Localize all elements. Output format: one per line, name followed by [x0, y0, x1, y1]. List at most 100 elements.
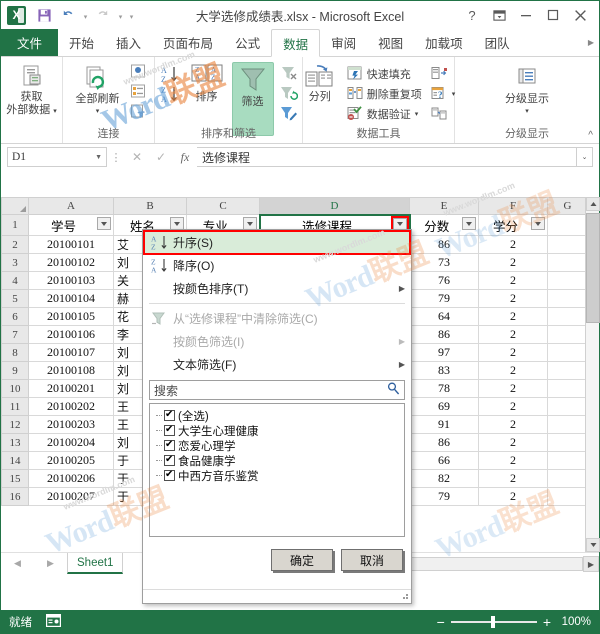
checkbox[interactable] — [164, 438, 175, 451]
cell-e7[interactable]: 86 — [409, 325, 479, 344]
list-item[interactable]: 恋爱心理学 — [152, 438, 402, 453]
cell-g1[interactable] — [547, 214, 588, 236]
cell-f5[interactable]: 2 — [478, 289, 548, 308]
cell-f13[interactable]: 2 — [478, 433, 548, 452]
cell-g14[interactable] — [547, 451, 588, 470]
cell-e16[interactable]: 79 — [409, 487, 479, 506]
zoom-slider-thumb[interactable] — [490, 615, 495, 628]
cell-f11[interactable]: 2 — [478, 397, 548, 416]
zoom-level[interactable]: 100% — [557, 616, 591, 628]
cell-a15[interactable]: 20100206 — [28, 469, 114, 488]
refresh-all-dropdown-icon[interactable]: ▾ — [96, 106, 100, 118]
tab-formulas[interactable]: 公式 — [224, 29, 271, 56]
cell-g2[interactable] — [547, 235, 588, 254]
remove-duplicates-button[interactable]: 删除重复项 — [345, 84, 424, 103]
row-header-6[interactable]: 6 — [1, 307, 29, 326]
nav-previous-icon[interactable]: ◀ — [14, 558, 21, 569]
cell-e6[interactable]: 64 — [409, 307, 479, 326]
cell-f4[interactable]: 2 — [478, 271, 548, 290]
nav-next-icon[interactable]: ▶ — [47, 558, 54, 569]
cell-e1[interactable]: 分数 — [409, 214, 479, 236]
customize-qat-icon[interactable]: ▾ — [127, 5, 136, 25]
scroll-right-icon[interactable]: ▶ — [583, 556, 599, 572]
column-header-d[interactable]: D — [259, 197, 410, 216]
row-header-3[interactable]: 3 — [1, 253, 29, 272]
cell-f8[interactable]: 2 — [478, 343, 548, 362]
get-external-data-button[interactable]: 获取 外部数据 ▾ — [3, 62, 61, 118]
cell-g16[interactable] — [547, 487, 588, 506]
outline-button[interactable]: 分级显示 ▾ — [497, 64, 557, 118]
list-item[interactable]: 中西方音乐鉴赏 — [152, 468, 402, 483]
sort-dialog-button[interactable]: ZAAZ 排序 — [186, 62, 228, 103]
advanced-filter-button[interactable] — [278, 104, 300, 123]
connections-button[interactable] — [128, 62, 148, 81]
tab-data[interactable]: 数据 — [271, 29, 321, 57]
ok-button[interactable]: 确定 — [271, 549, 333, 571]
minimize-icon[interactable] — [513, 3, 539, 27]
confirm-entry-icon[interactable]: ✓ — [149, 147, 173, 167]
cell-a1[interactable]: 学号 — [28, 214, 114, 236]
flash-fill-button[interactable]: 快速填充 — [345, 64, 424, 83]
list-item[interactable]: 大学生心理健康 — [152, 423, 402, 438]
row-header-15[interactable]: 15 — [1, 469, 29, 488]
cell-a3[interactable]: 20100102 — [28, 253, 114, 272]
cell-a5[interactable]: 20100104 — [28, 289, 114, 308]
horizontal-scrollbar[interactable] — [383, 556, 583, 571]
cell-a7[interactable]: 20100106 — [28, 325, 114, 344]
cell-f1[interactable]: 学分 — [478, 214, 548, 236]
cell-a9[interactable]: 20100108 — [28, 361, 114, 380]
list-item[interactable]: 食品健康学 — [152, 453, 402, 468]
save-icon[interactable] — [33, 5, 55, 25]
row-header-11[interactable]: 11 — [1, 397, 29, 416]
column-header-f[interactable]: F — [478, 197, 548, 215]
filter-button-e1[interactable] — [462, 217, 476, 230]
column-header-a[interactable]: A — [28, 197, 114, 215]
text-to-columns-button[interactable]: 分列 — [300, 62, 340, 103]
cell-a14[interactable]: 20100205 — [28, 451, 114, 470]
row-header-13[interactable]: 13 — [1, 433, 29, 452]
formula-input[interactable]: 选修课程 — [197, 147, 577, 167]
outline-dropdown-icon[interactable]: ▾ — [525, 106, 529, 118]
undo-dropdown-icon[interactable]: ▾ — [81, 5, 90, 25]
row-header-7[interactable]: 7 — [1, 325, 29, 344]
checkbox[interactable] — [164, 453, 175, 466]
cell-g9[interactable] — [547, 361, 588, 380]
cell-e2[interactable]: 86 — [409, 235, 479, 254]
scroll-up-icon[interactable] — [586, 197, 600, 211]
cell-a13[interactable]: 20100204 — [28, 433, 114, 452]
cell-a12[interactable]: 20100203 — [28, 415, 114, 434]
row-header-8[interactable]: 8 — [1, 343, 29, 362]
cell-g10[interactable] — [547, 379, 588, 398]
cell-a10[interactable]: 20100201 — [28, 379, 114, 398]
cell-e8[interactable]: 97 — [409, 343, 479, 362]
data-validation-dropdown-icon[interactable]: ▾ — [415, 110, 419, 118]
relationships-button[interactable] — [429, 104, 458, 123]
tab-team[interactable]: 团队 — [474, 29, 521, 56]
name-box-dropdown-icon[interactable]: ▼ — [95, 154, 102, 161]
tab-view[interactable]: 视图 — [367, 29, 414, 56]
tab-addins[interactable]: 加载项 — [414, 29, 474, 56]
page-layout-icon[interactable] — [46, 613, 62, 630]
cell-e9[interactable]: 83 — [409, 361, 479, 380]
tab-insert[interactable]: 插入 — [105, 29, 152, 56]
cell-g4[interactable] — [547, 271, 588, 290]
cancel-entry-icon[interactable]: ✕ — [125, 147, 149, 167]
menu-item-sort-ascending[interactable]: AZ 升序(S) — [143, 231, 411, 254]
row-header-4[interactable]: 4 — [1, 271, 29, 290]
cell-f10[interactable]: 2 — [478, 379, 548, 398]
whatif-analysis-button[interactable]: ? ▾ — [429, 84, 458, 103]
cell-e5[interactable]: 79 — [409, 289, 479, 308]
undo-icon[interactable] — [57, 5, 79, 25]
checkbox[interactable] — [164, 423, 175, 436]
cell-g6[interactable] — [547, 307, 588, 326]
filter-button-f1[interactable] — [531, 217, 545, 230]
redo-dropdown-icon[interactable]: ▾ — [116, 5, 125, 25]
list-item[interactable]: (全选) — [152, 408, 402, 423]
cell-g5[interactable] — [547, 289, 588, 308]
cell-a11[interactable]: 20100202 — [28, 397, 114, 416]
menu-item-sort-by-color[interactable]: 按颜色排序(T) ▶ — [143, 277, 411, 300]
cell-e15[interactable]: 82 — [409, 469, 479, 488]
column-header-g[interactable]: G — [547, 197, 588, 215]
vertical-scrollbar[interactable] — [585, 197, 600, 552]
checkbox[interactable] — [164, 468, 175, 481]
